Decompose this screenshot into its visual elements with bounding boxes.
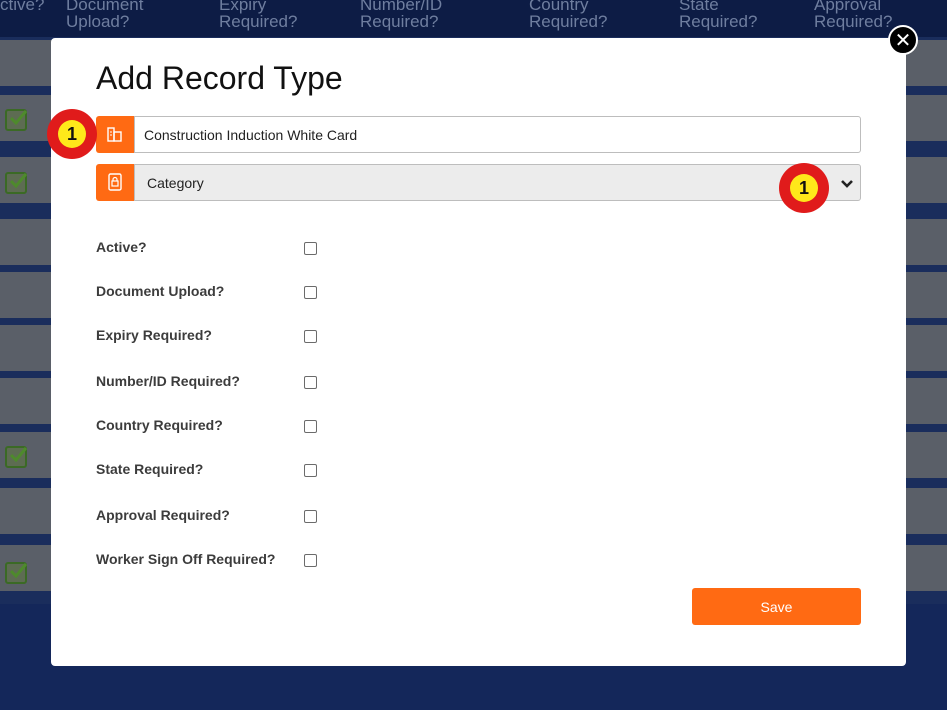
checkbox-row-active: Active? [96,239,326,259]
check-icon [5,109,28,131]
checkbox-row-country: Country Required? [96,417,326,437]
checkbox-row-worker-sign-off: Worker Sign Off Required? [96,551,326,571]
check-icon [5,562,28,584]
checkbox-row-state: State Required? [96,461,326,481]
check-icon [5,446,28,468]
bg-col-approval: Approval Required? [814,0,893,31]
name-field [96,116,861,153]
bg-col-country: Country Required? [529,0,608,31]
active-checkbox[interactable] [304,242,317,255]
check-icon [5,172,28,194]
annotation-badge-number: 1 [58,120,86,148]
state-required-checkbox[interactable] [304,464,317,477]
approval-required-checkbox[interactable] [304,510,317,523]
country-required-checkbox[interactable] [304,420,317,433]
bg-col-number: Number/ID Required? [360,0,443,31]
checkbox-row-expiry: Expiry Required? [96,327,326,347]
annotation-badge: 1 [47,109,97,159]
annotation-badge-number: 1 [790,174,818,202]
checkbox-label: Active? [96,239,147,255]
category-field: Category [96,164,861,201]
annotation-badge: 1 [779,163,829,213]
lock-document-icon [96,164,134,201]
record-type-name-input[interactable] [134,116,861,153]
document-upload-checkbox[interactable] [304,286,317,299]
save-button[interactable]: Save [692,588,861,625]
close-icon[interactable]: ✕ [888,25,918,55]
background-table-header: ctive? Document Upload? Expiry Required?… [0,0,947,37]
expiry-required-checkbox[interactable] [304,330,317,343]
checkbox-label: Document Upload? [96,283,225,299]
checkbox-label: Number/ID Required? [96,373,240,389]
bg-col-active: ctive? [0,0,45,14]
checkbox-row-document-upload: Document Upload? [96,283,326,303]
checkbox-label: State Required? [96,461,204,477]
checkbox-label: Expiry Required? [96,327,212,343]
category-select-value: Category [147,175,204,191]
bg-col-state: State Required? [679,0,758,31]
bg-col-expiry: Expiry Required? [219,0,298,31]
chevron-down-icon [840,176,854,194]
worker-sign-off-required-checkbox[interactable] [304,554,317,567]
checkbox-row-approval: Approval Required? [96,507,326,527]
checkbox-row-number-id: Number/ID Required? [96,373,326,393]
category-select[interactable]: Category [134,164,861,201]
checkbox-label: Worker Sign Off Required? [96,551,276,567]
checkbox-label: Approval Required? [96,507,230,523]
number-id-required-checkbox[interactable] [304,376,317,389]
building-icon [96,116,134,153]
add-record-type-modal: Add Record Type Category Active? Documen… [51,38,906,666]
modal-title: Add Record Type [96,60,343,96]
bg-col-document-upload: Document Upload? [66,0,144,31]
checkbox-label: Country Required? [96,417,223,433]
